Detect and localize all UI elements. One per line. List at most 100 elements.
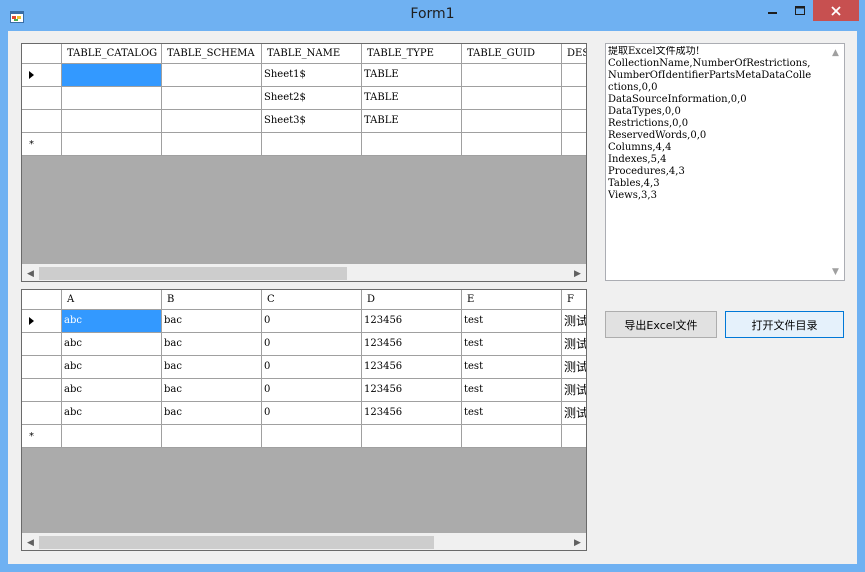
grid-cell[interactable]: test: [462, 310, 562, 333]
row-header[interactable]: [22, 110, 62, 133]
horizontal-scrollbar[interactable]: ◀ ▶: [22, 264, 586, 281]
new-row-cell[interactable]: [562, 425, 586, 448]
new-row-cell[interactable]: [62, 425, 162, 448]
grid-cell[interactable]: Sheet2$: [262, 87, 362, 110]
new-row-cell[interactable]: [362, 133, 462, 156]
grid-cell[interactable]: [62, 110, 162, 133]
new-row-cell[interactable]: [162, 133, 262, 156]
grid-cell[interactable]: TABLE: [362, 87, 462, 110]
row-header[interactable]: [22, 333, 62, 356]
grid-cell[interactable]: abc: [62, 310, 162, 333]
new-row-header[interactable]: *: [22, 133, 62, 156]
new-row-cell[interactable]: [462, 133, 562, 156]
title-bar[interactable]: Form1: [0, 0, 865, 30]
grid-cell[interactable]: bac: [162, 356, 262, 379]
grid-cell[interactable]: 0: [262, 310, 362, 333]
grid-cell[interactable]: 0: [262, 333, 362, 356]
grid-cell[interactable]: 测试: [562, 356, 586, 379]
grid-cell[interactable]: 测试: [562, 379, 586, 402]
grid-cell[interactable]: 123456: [362, 402, 462, 425]
grid-cell[interactable]: 123456: [362, 333, 462, 356]
column-header[interactable]: B: [162, 290, 262, 310]
grid-cell[interactable]: [462, 110, 562, 133]
grid-cell[interactable]: [562, 110, 586, 133]
grid-cell[interactable]: Sheet1$: [262, 64, 362, 87]
column-header[interactable]: F: [562, 290, 586, 310]
grid-cell[interactable]: bac: [162, 310, 262, 333]
grid-cell[interactable]: abc: [62, 402, 162, 425]
corner-header-cell[interactable]: [22, 290, 62, 310]
grid-cell[interactable]: [562, 64, 586, 87]
row-header[interactable]: [22, 64, 62, 87]
grid-cell[interactable]: [562, 87, 586, 110]
new-row-cell[interactable]: [62, 133, 162, 156]
column-header[interactable]: DES: [562, 44, 586, 64]
schema-data-grid[interactable]: TABLE_CATALOG TABLE_SCHEMA TABLE_NAME TA…: [21, 43, 587, 282]
column-header[interactable]: TABLE_SCHEMA: [162, 44, 262, 64]
grid-cell[interactable]: bac: [162, 333, 262, 356]
grid-cell[interactable]: [462, 64, 562, 87]
row-header[interactable]: [22, 310, 62, 333]
grid-cell[interactable]: [162, 87, 262, 110]
column-header[interactable]: C: [262, 290, 362, 310]
grid-cell[interactable]: abc: [62, 333, 162, 356]
scroll-right-icon[interactable]: ▶: [569, 534, 586, 550]
scroll-right-icon[interactable]: ▶: [569, 265, 586, 281]
new-row-cell[interactable]: [462, 425, 562, 448]
grid-cell[interactable]: test: [462, 333, 562, 356]
grid-cell[interactable]: abc: [62, 356, 162, 379]
new-row-header[interactable]: *: [22, 425, 62, 448]
grid-cell[interactable]: 测试: [562, 402, 586, 425]
row-header[interactable]: [22, 356, 62, 379]
scroll-left-icon[interactable]: ◀: [22, 265, 39, 281]
column-header[interactable]: A: [62, 290, 162, 310]
grid-cell[interactable]: 测试: [562, 333, 586, 356]
grid-cell[interactable]: test: [462, 402, 562, 425]
grid-cell[interactable]: bac: [162, 379, 262, 402]
grid-cell[interactable]: Sheet3$: [262, 110, 362, 133]
scroll-thumb[interactable]: [39, 536, 434, 549]
grid-cell[interactable]: test: [462, 356, 562, 379]
row-header[interactable]: [22, 402, 62, 425]
new-row-cell[interactable]: [362, 425, 462, 448]
grid-cell[interactable]: [62, 64, 162, 87]
grid-cell[interactable]: test: [462, 379, 562, 402]
column-header[interactable]: TABLE_TYPE: [362, 44, 462, 64]
maximize-button[interactable]: [786, 0, 813, 21]
grid-cell[interactable]: 测试: [562, 310, 586, 333]
grid-cell[interactable]: [162, 64, 262, 87]
open-folder-button[interactable]: 打开文件目录: [725, 311, 844, 338]
new-row-cell[interactable]: [162, 425, 262, 448]
grid-cell[interactable]: TABLE: [362, 64, 462, 87]
grid-cell[interactable]: bac: [162, 402, 262, 425]
new-row-cell[interactable]: [262, 133, 362, 156]
row-header[interactable]: [22, 379, 62, 402]
excel-data-grid[interactable]: A B C D E F abc bac 0 123456 test 测试 abc…: [21, 289, 587, 551]
column-header[interactable]: TABLE_NAME: [262, 44, 362, 64]
vertical-scrollbar[interactable]: ▲ ▼: [827, 44, 844, 280]
grid-cell[interactable]: 0: [262, 402, 362, 425]
new-row-cell[interactable]: [562, 133, 586, 156]
column-header[interactable]: TABLE_GUID: [462, 44, 562, 64]
scroll-up-icon[interactable]: ▲: [827, 44, 844, 61]
grid-cell[interactable]: abc: [62, 379, 162, 402]
new-row-cell[interactable]: [262, 425, 362, 448]
scroll-left-icon[interactable]: ◀: [22, 534, 39, 550]
scroll-down-icon[interactable]: ▼: [827, 263, 844, 280]
column-header[interactable]: D: [362, 290, 462, 310]
grid-cell[interactable]: [62, 87, 162, 110]
close-button[interactable]: [813, 0, 859, 21]
column-header[interactable]: TABLE_CATALOG: [62, 44, 162, 64]
minimize-button[interactable]: [760, 0, 786, 21]
grid-cell[interactable]: 123456: [362, 356, 462, 379]
log-textbox[interactable]: 提取Excel文件成功! CollectionName,NumberOfRest…: [605, 43, 845, 281]
grid-cell[interactable]: [162, 110, 262, 133]
scroll-thumb[interactable]: [39, 267, 347, 280]
grid-cell[interactable]: TABLE: [362, 110, 462, 133]
horizontal-scrollbar[interactable]: ◀ ▶: [22, 533, 586, 550]
grid-cell[interactable]: 123456: [362, 379, 462, 402]
export-excel-button[interactable]: 导出Excel文件: [605, 311, 717, 338]
grid-cell[interactable]: 123456: [362, 310, 462, 333]
column-header[interactable]: E: [462, 290, 562, 310]
row-header[interactable]: [22, 87, 62, 110]
